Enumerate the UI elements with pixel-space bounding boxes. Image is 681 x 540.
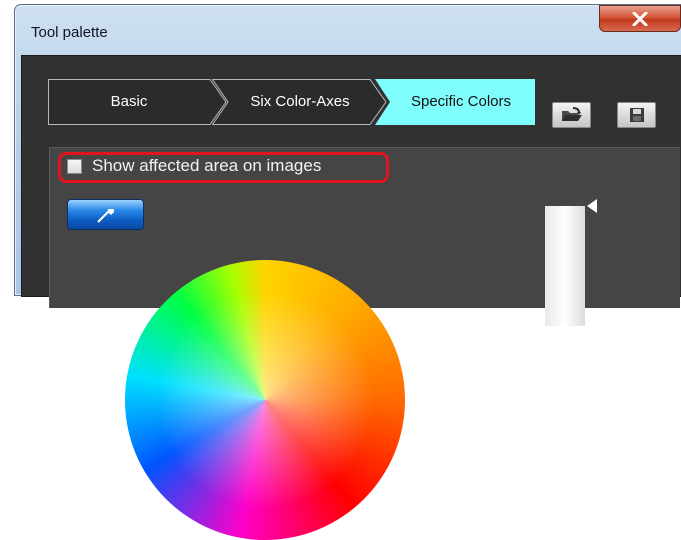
tab-basic-label: Basic — [110, 93, 148, 110]
title-bar[interactable]: Tool palette — [15, 5, 681, 55]
folder-open-icon — [561, 107, 582, 121]
tab-six-color-axes[interactable]: Six Color-Axes — [212, 79, 390, 125]
save-icon — [629, 108, 644, 122]
close-button[interactable] — [599, 5, 681, 32]
luminance-slider-thumb[interactable] — [587, 199, 597, 213]
show-affected-area-checkbox[interactable] — [67, 159, 82, 174]
tab-specific-colors-label: Specific Colors — [410, 93, 512, 110]
specific-colors-panel: Show affected area on images — [49, 147, 680, 540]
tab-six-color-axes-label: Six Color-Axes — [250, 93, 350, 110]
eyedropper-button[interactable] — [67, 199, 144, 230]
color-wheel[interactable] — [125, 260, 405, 540]
window-title: Tool palette — [31, 24, 108, 41]
show-affected-area-label[interactable]: Show affected area on images — [92, 156, 321, 176]
open-button[interactable] — [552, 102, 591, 128]
tab-basic[interactable]: Basic — [48, 79, 228, 125]
eyedropper-icon — [96, 208, 114, 223]
close-icon — [632, 11, 648, 26]
save-button[interactable] — [617, 102, 656, 128]
tool-palette-window: Tool palette Basic Six Color-Axes Specif… — [14, 4, 681, 540]
palette-client-area: Basic Six Color-Axes Specific Colors Sho… — [21, 55, 681, 540]
tab-specific-colors[interactable]: Specific Colors — [375, 79, 537, 125]
luminance-slider-track[interactable] — [545, 206, 585, 326]
